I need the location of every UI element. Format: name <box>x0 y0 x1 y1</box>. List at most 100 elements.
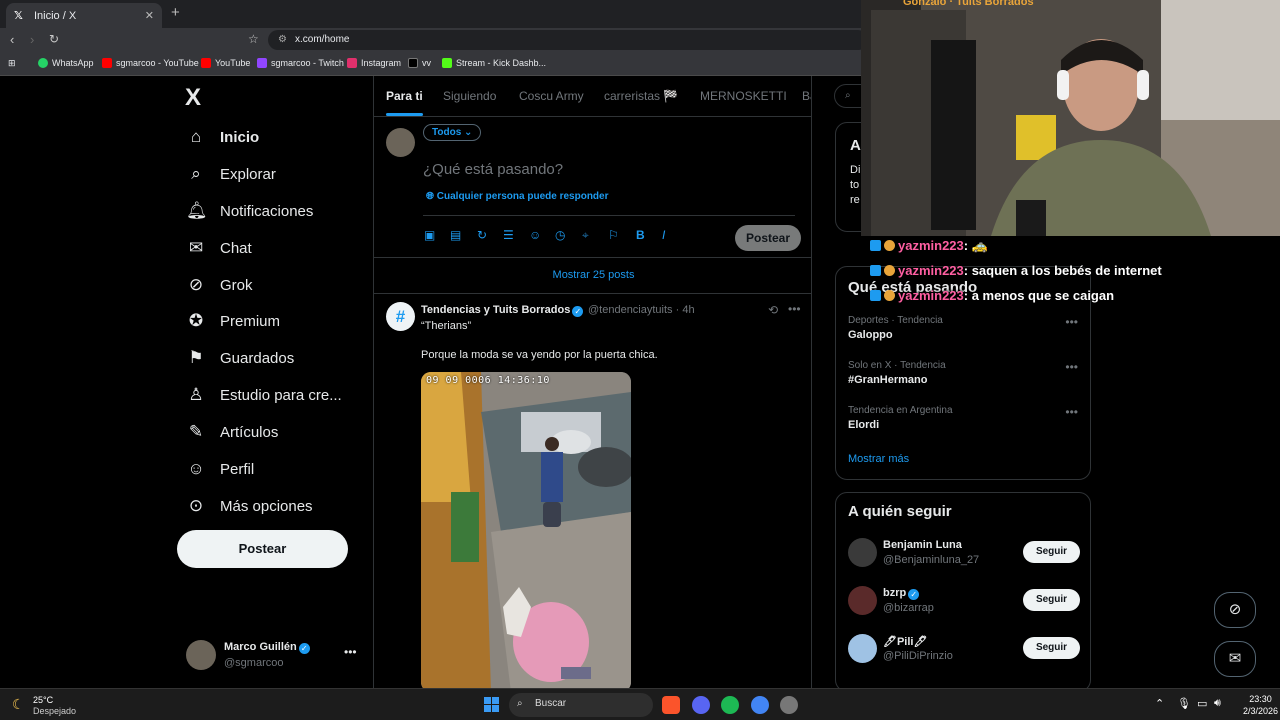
verified-badge-icon: ✓ <box>908 589 920 600</box>
chevron-up-icon[interactable]: ⌃ <box>1155 697 1164 710</box>
avatar[interactable] <box>848 538 877 567</box>
more-icon[interactable]: ••• <box>1065 360 1078 374</box>
follow-suggestion[interactable]: bzrp ✓ @bizarrap Seguir <box>848 584 1080 618</box>
bookmark-star-icon[interactable]: ☆ <box>248 32 259 46</box>
location-icon[interactable]: ⌖ <box>582 228 589 243</box>
sidebar-item-estudio[interactable]: ♙ Estudio para cre... <box>186 380 341 410</box>
verified-icon: ✪ <box>188 311 204 330</box>
bookmark-youtube[interactable]: YouTube <box>201 58 250 68</box>
tweet[interactable]: # Tendencias y Tuits Borrados ✓ @tendenci… <box>374 295 811 688</box>
webcam-feed <box>861 0 1280 236</box>
more-icon[interactable]: ••• <box>788 302 801 316</box>
tab-siguiendo[interactable]: Siguiendo <box>443 89 496 103</box>
tab-carreristas[interactable]: carreristas 🏁 <box>604 89 678 103</box>
bold-icon[interactable]: B <box>636 228 645 242</box>
apps-icon[interactable]: ⊞ <box>8 58 16 69</box>
follow-suggestion[interactable]: 🖊Pili🖊 @PiliDiPrinzio Seguir <box>848 632 1080 666</box>
start-button[interactable] <box>484 697 500 713</box>
grok-icon[interactable]: ⟲ <box>768 303 778 317</box>
sidebar-item-guardados[interactable]: ⚑ Guardados <box>186 343 294 373</box>
chrome-icon[interactable] <box>751 696 769 714</box>
clock[interactable]: 23:30 2/3/2026 <box>1243 693 1278 717</box>
tweet-video[interactable]: 09 09 0006 14:36:10 <box>421 372 631 688</box>
tab-ba[interactable]: Ba <box>802 89 811 103</box>
compose-input[interactable]: ¿Qué está pasando? <box>423 161 563 178</box>
more-icon[interactable]: ••• <box>1065 405 1078 419</box>
emoji-icon[interactable]: ☺ <box>529 228 541 242</box>
reload-icon[interactable]: ↻ <box>49 32 59 46</box>
sidebar-item-mas-opciones[interactable]: ⊙ Más opciones <box>186 491 313 521</box>
show-more-link[interactable]: Mostrar más <box>848 453 909 465</box>
brave-icon[interactable] <box>662 696 680 714</box>
tweet-author[interactable]: Tendencias y Tuits Borrados ✓ <box>421 304 584 317</box>
grok-icon[interactable]: ↻ <box>477 228 487 242</box>
avatar[interactable] <box>848 586 877 615</box>
sidebar-item-articulos[interactable]: ✎ Artículos <box>186 417 278 447</box>
follow-suggestion[interactable]: Benjamin Luna @Benjaminluna_27 Seguir <box>848 536 1080 570</box>
tweet-handle[interactable]: @tendenciaytuits · 4h <box>588 304 695 316</box>
spotify-icon[interactable] <box>721 696 739 714</box>
new-tab-button[interactable]: + <box>171 4 180 21</box>
sidebar-item-chat[interactable]: ✉ Chat <box>186 233 252 263</box>
network-icon[interactable]: ▭ <box>1197 697 1207 710</box>
account-switcher[interactable]: Marco Guillén ✓ @sgmarcoo ••• <box>186 640 361 674</box>
compose-post-button[interactable]: Postear <box>735 225 801 251</box>
bookmark-icon: ⚑ <box>188 348 204 367</box>
bookmark-kick[interactable]: Stream - Kick Dashb... <box>442 58 546 68</box>
bookmark-twitch[interactable]: sgmarcoo - Twitch <box>257 58 344 68</box>
globe-icon: 🌐︎ <box>426 191 437 202</box>
badge-icon <box>870 265 881 276</box>
discord-icon[interactable] <box>692 696 710 714</box>
follow-button[interactable]: Seguir <box>1023 541 1080 563</box>
address-bar[interactable]: ⚙ x.com/home <box>268 30 868 50</box>
follow-button[interactable]: Seguir <box>1023 637 1080 659</box>
mic-icon[interactable]: 🎙︎ <box>1177 697 1191 710</box>
schedule-icon[interactable]: ◷ <box>555 228 565 242</box>
follow-button[interactable]: Seguir <box>1023 589 1080 611</box>
back-icon[interactable]: ‹ <box>10 32 14 47</box>
post-button[interactable]: Postear <box>177 530 348 568</box>
trend-item[interactable]: Solo en X · Tendencia #GranHermano ••• <box>848 360 1078 386</box>
close-tab-icon[interactable]: ✕ <box>145 9 154 22</box>
more-icon[interactable]: ••• <box>344 645 357 659</box>
profile-name: Marco Guillén ✓ <box>224 641 310 654</box>
reply-setting[interactable]: 🌐︎ Cualquier persona puede responder <box>426 191 609 202</box>
show-new-posts-button[interactable]: Mostrar 25 posts <box>374 258 811 294</box>
bookmark-vv[interactable]: vv <box>408 58 431 68</box>
x-logo-icon[interactable]: X <box>185 84 201 112</box>
messages-fab-icon[interactable]: ✉ <box>1214 641 1256 677</box>
bookmark-instagram[interactable]: Instagram <box>347 58 401 68</box>
image-icon[interactable]: ▣ <box>424 228 435 242</box>
app-icon[interactable] <box>780 696 798 714</box>
bell-icon: 🔔︎ <box>186 201 208 220</box>
video-frame <box>421 372 631 688</box>
browser-tab[interactable]: 𝕏 Inicio / X ✕ <box>6 3 162 28</box>
audience-selector[interactable]: Todos ⌄ <box>423 124 482 141</box>
grok-fab-icon[interactable]: ⊘ <box>1214 592 1256 628</box>
poll-icon[interactable]: ☰ <box>503 228 514 242</box>
more-icon[interactable]: ••• <box>1065 315 1078 329</box>
forward-icon[interactable]: › <box>30 32 34 47</box>
sidebar-item-notificaciones[interactable]: 🔔︎ Notificaciones <box>186 196 313 226</box>
tab-para-ti[interactable]: Para ti <box>386 89 423 116</box>
tab-coscu-army[interactable]: Coscu Army <box>519 89 584 103</box>
home-icon: ⌂ <box>190 127 202 146</box>
sidebar-item-inicio[interactable]: ⌂ Inicio <box>186 122 259 152</box>
tab-mernosketti[interactable]: MERNOSKETTI <box>700 89 787 103</box>
bookmark-whatsapp[interactable]: WhatsApp <box>38 58 94 68</box>
sidebar-item-premium[interactable]: ✪ Premium <box>186 306 280 336</box>
trend-item[interactable]: Tendencia en Argentina Elordi ••• <box>848 405 1078 431</box>
trend-item[interactable]: Deportes · Tendencia Galoppo ••• <box>848 315 1078 341</box>
sidebar-item-perfil[interactable]: ☺ Perfil <box>186 454 254 484</box>
italic-icon[interactable]: I <box>662 228 665 242</box>
gif-icon[interactable]: ▤ <box>450 228 461 242</box>
avatar[interactable]: # <box>386 302 415 331</box>
avatar[interactable] <box>848 634 877 663</box>
sidebar-item-explorar[interactable]: ⌕ Explorar <box>186 159 276 189</box>
sidebar-item-grok[interactable]: ⊘ Grok <box>186 270 253 300</box>
site-info-icon[interactable]: ⚙ <box>278 34 287 45</box>
volume-icon[interactable]: 🔊︎ <box>1214 697 1221 710</box>
taskbar-search[interactable]: ⌕ Buscar <box>509 693 653 717</box>
bookmark-youtube-channel[interactable]: sgmarcoo - YouTube <box>102 58 199 68</box>
flag-icon[interactable]: ⚐ <box>608 228 619 242</box>
